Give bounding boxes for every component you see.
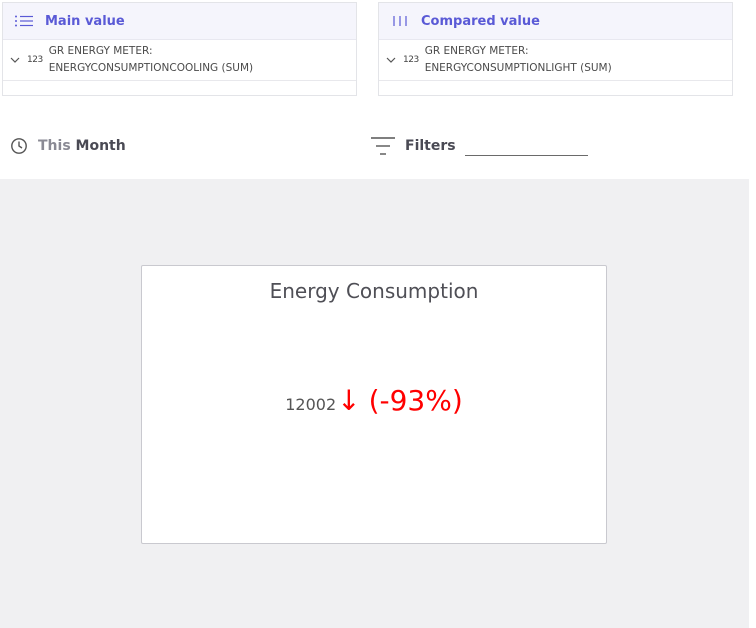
- compared-value-panel: Compared value 123 GR ENERGY METER: ENER…: [378, 2, 733, 96]
- field-name-line2: ENERGYCONSUMPTIONLIGHT (SUM): [424, 62, 612, 74]
- clock-icon: [10, 137, 28, 155]
- time-period-selector[interactable]: This Month: [10, 136, 126, 156]
- columns-icon: [389, 13, 411, 29]
- main-value-field[interactable]: 123 GR ENERGY METER: ENERGYCONSUMPTIONCO…: [3, 40, 356, 81]
- filter-icon: [370, 135, 396, 157]
- chevron-down-icon[interactable]: [9, 54, 21, 66]
- kpi-change-percent: (-93%): [368, 384, 463, 417]
- filters-label: Filters: [405, 138, 456, 154]
- filters-input[interactable]: [465, 155, 588, 156]
- kpi-main-value: 12002: [285, 395, 337, 414]
- kpi-widget[interactable]: Energy Consumption 12002 ↓ (-93%): [141, 265, 607, 544]
- field-name-line1: GR ENERGY METER:: [424, 45, 529, 57]
- chevron-down-icon[interactable]: [385, 54, 397, 66]
- compared-value-field[interactable]: 123 GR ENERGY METER: ENERGYCONSUMPTIONLI…: [379, 40, 732, 81]
- kpi-title: Energy Consumption: [269, 279, 479, 303]
- main-value-header: Main value: [3, 3, 356, 40]
- numeric-type-badge: 123: [403, 55, 419, 65]
- list-icon: [13, 13, 35, 29]
- compared-value-title: Compared value: [421, 13, 540, 29]
- arrow-down-icon: ↓: [337, 384, 361, 417]
- time-period: Month: [75, 138, 126, 154]
- numeric-type-badge: 123: [27, 55, 43, 65]
- dashboard-widget-editor: Main value 123 GR ENERGY METER: ENERGYCO…: [0, 0, 756, 628]
- filters-control[interactable]: Filters: [370, 135, 456, 157]
- compared-value-field-name: GR ENERGY METER: ENERGYCONSUMPTIONLIGHT …: [425, 43, 612, 77]
- field-name-line1: GR ENERGY METER:: [48, 45, 153, 57]
- main-value-title: Main value: [45, 13, 125, 29]
- field-name-line2: ENERGYCONSUMPTIONCOOLING (SUM): [48, 62, 254, 74]
- compared-value-header: Compared value: [379, 3, 732, 40]
- main-value-field-name: GR ENERGY METER: ENERGYCONSUMPTIONCOOLIN…: [49, 43, 253, 77]
- time-period-label: This Month: [38, 138, 126, 154]
- time-prefix: This: [38, 138, 71, 154]
- preview-canvas: Energy Consumption 12002 ↓ (-93%): [0, 179, 749, 628]
- kpi-values: 12002 ↓ (-93%): [142, 384, 606, 417]
- main-value-panel: Main value 123 GR ENERGY METER: ENERGYCO…: [2, 2, 357, 96]
